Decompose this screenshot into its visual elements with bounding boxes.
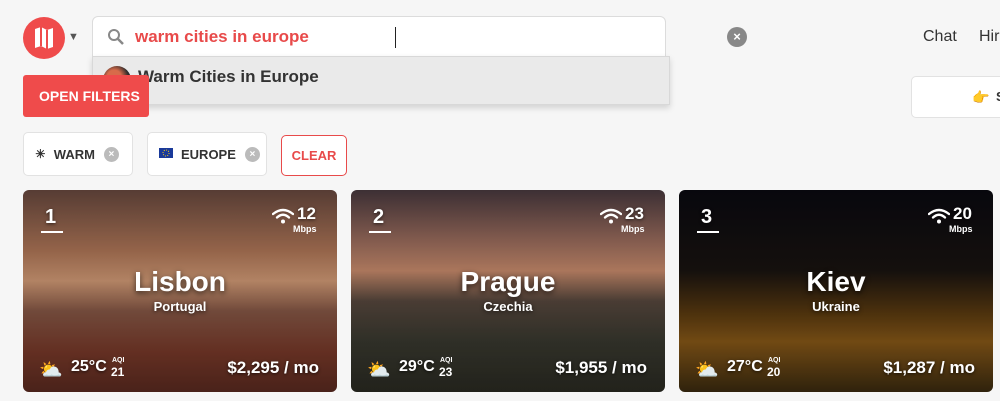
city-card[interactable]: 2 23 Mbps Prague Czechia ⛅ 29°C AQI 23 $…: [351, 190, 665, 392]
search-suggestion[interactable]: Warm Cities in Europe: [92, 56, 670, 105]
internet-speed: 12: [297, 204, 316, 223]
aqi-value: 21: [111, 365, 125, 379]
city-rank: 1: [45, 206, 57, 228]
aqi-label: AQI: [440, 357, 453, 364]
sort-button[interactable]: 👉 S: [911, 76, 1000, 118]
country-name: Ukraine: [812, 299, 860, 314]
internet-speed-unit: Mbps: [621, 224, 645, 234]
remove-filter-icon[interactable]: ×: [244, 146, 260, 162]
city-card[interactable]: 3 20 Mbps Kiev Ukraine ⛅ 27°C AQI 20 $1,…: [679, 190, 993, 392]
logo-button[interactable]: [23, 17, 65, 59]
temperature: 27°C: [727, 358, 763, 375]
city-card[interactable]: 1 12 Mbps Lisbon Portugal ⛅ 25°C AQI 21 …: [23, 190, 337, 392]
filter-chip-europe[interactable]: EUROPE ×: [147, 132, 267, 176]
search-input[interactable]: [135, 23, 615, 51]
cloud-sun-icon: ⛅: [367, 360, 391, 381]
cloud-sun-icon: ⛅: [39, 360, 63, 381]
aqi-value: 20: [767, 365, 781, 379]
city-rank: 3: [701, 206, 713, 228]
nav-chat-link[interactable]: Chat: [923, 28, 957, 46]
cost-of-living: $2,295 / mo: [227, 358, 319, 377]
cost-of-living: $1,287 / mo: [883, 358, 975, 377]
sun-icon: ☀: [35, 147, 46, 161]
city-rank: 2: [373, 206, 385, 228]
open-filters-button[interactable]: OPEN FILTERS: [23, 75, 149, 117]
wifi-icon: [928, 208, 950, 224]
internet-speed-unit: Mbps: [949, 224, 973, 234]
search-icon: [108, 29, 124, 45]
remove-filter-icon[interactable]: ×: [103, 146, 119, 162]
wifi-icon: [272, 208, 294, 224]
clear-search-icon[interactable]: ×: [727, 27, 747, 47]
wifi-icon: [600, 208, 622, 224]
internet-speed-unit: Mbps: [293, 224, 317, 234]
city-name: Kiev: [806, 266, 866, 297]
city-name: Prague: [460, 266, 556, 297]
temperature: 29°C: [399, 358, 435, 375]
suggestion-label: Warm Cities in Europe: [138, 67, 319, 86]
aqi-value: 23: [439, 365, 453, 379]
search-box: ×: [92, 16, 747, 57]
page: ▼ × Warm Cities in Europe Chat Hir OPEN …: [0, 0, 1000, 401]
text-cursor: [395, 27, 396, 48]
temperature: 25°C: [71, 358, 107, 375]
map-logo-icon: [35, 27, 53, 49]
country-name: Czechia: [483, 299, 533, 314]
filter-chip-label: WARM: [53, 146, 95, 162]
pointing-hand-icon: 👉: [972, 89, 990, 105]
country-name: Portugal: [153, 299, 207, 314]
aqi-label: AQI: [768, 357, 781, 364]
chevron-down-icon[interactable]: ▼: [68, 31, 79, 43]
internet-speed: 20: [953, 204, 972, 223]
cost-of-living: $1,955 / mo: [555, 358, 647, 377]
aqi-label: AQI: [112, 357, 125, 364]
rank-underline: [697, 231, 719, 233]
filter-chip-label: EUROPE: [181, 146, 236, 162]
city-name: Lisbon: [134, 266, 226, 297]
eu-flag-icon: [159, 147, 173, 161]
cloud-sun-icon: ⛅: [695, 360, 719, 381]
rank-underline: [369, 231, 391, 233]
internet-speed: 23: [625, 204, 644, 223]
sort-button-label: S: [996, 89, 1000, 104]
nav-hire-link[interactable]: Hir: [979, 28, 999, 46]
rank-underline: [41, 231, 63, 233]
clear-filters-button[interactable]: CLEAR: [281, 135, 347, 176]
filter-chip-warm[interactable]: ☀ WARM ×: [23, 132, 133, 176]
